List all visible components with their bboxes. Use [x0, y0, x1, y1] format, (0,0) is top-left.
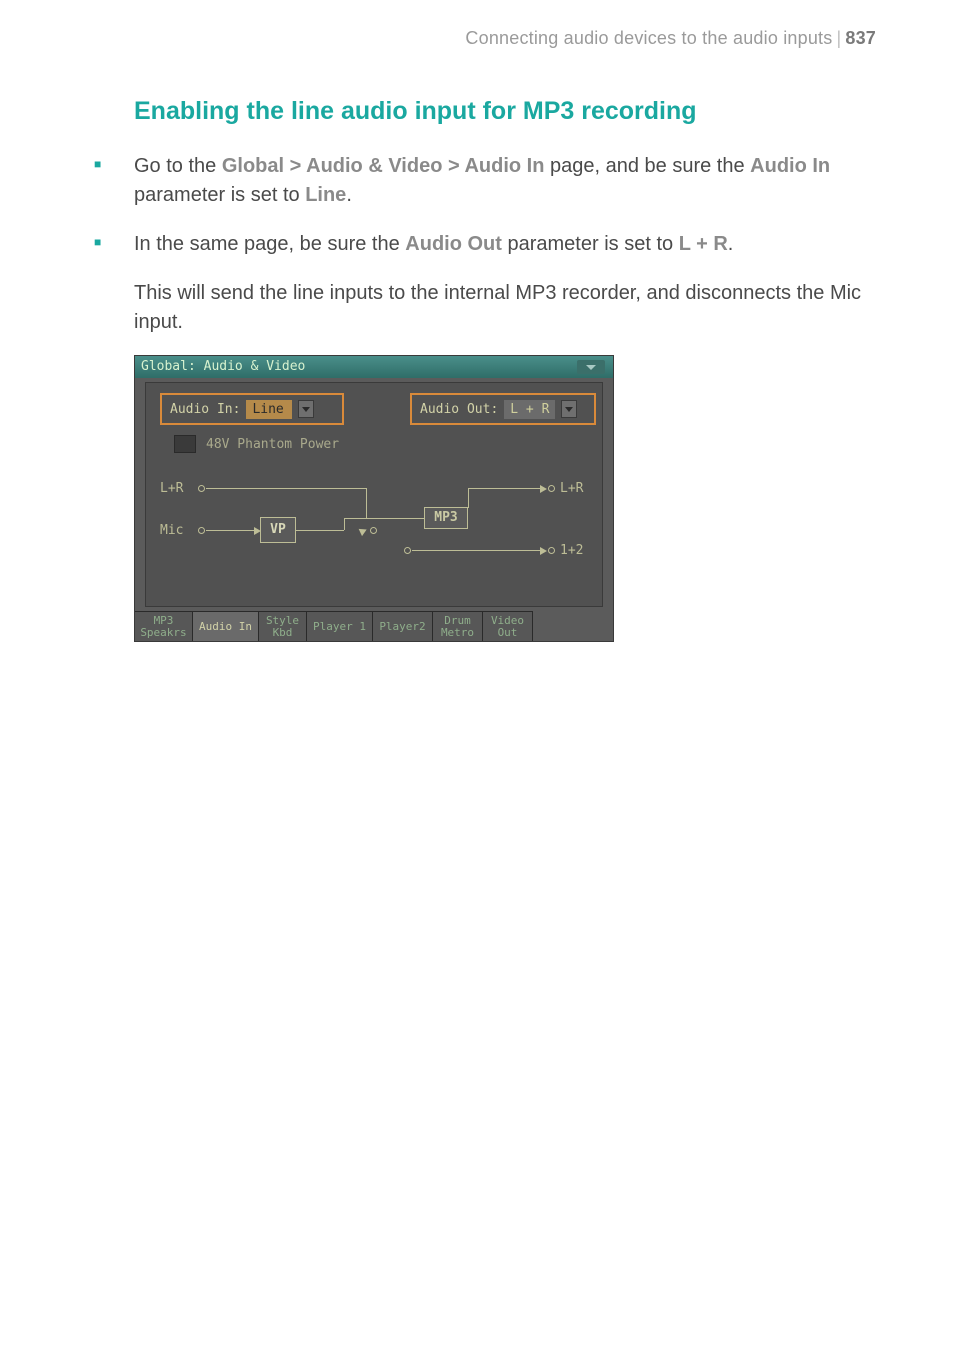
device-tab[interactable]: StyleKbd [259, 611, 307, 641]
kw-audio-in: Audio In [750, 155, 830, 177]
page-number: 837 [845, 28, 876, 48]
tab-label: Style [266, 615, 299, 627]
text: parameter is set to [502, 233, 679, 255]
text: page, and be sure the [544, 155, 750, 177]
routing-diagram: L+R Mic VP MP3 [160, 475, 588, 596]
device-tabs: MP3Speakrs Audio In StyleKbd Player 1 Player… [135, 611, 613, 641]
arrowhead-icon [540, 485, 547, 493]
page-root: Connecting audio devices to the audio in… [0, 0, 954, 1354]
tab-sublabel: Metro [441, 627, 474, 639]
port-icon [548, 547, 555, 554]
phantom-power-row: 48V Phantom Power [174, 435, 339, 453]
audio-out-label: Audio Out: [420, 402, 498, 417]
kw-lr: L + R [679, 233, 728, 255]
kw-path: Global > Audio & Video > Audio In [222, 155, 545, 177]
arrowhead-icon [359, 526, 369, 536]
device-tab[interactable]: Audio In [193, 611, 259, 641]
section-heading: Enabling the line audio input for MP3 re… [134, 97, 876, 126]
out-label-12: 1+2 [560, 543, 583, 558]
kw-line: Line [305, 184, 346, 206]
wire [206, 530, 254, 531]
port-icon [370, 527, 377, 534]
src-label-lplusr: L+R [160, 481, 183, 496]
audio-in-label: Audio In: [170, 402, 240, 417]
tab-label: Audio In [199, 621, 252, 633]
wire [296, 530, 344, 531]
tab-label: Drum [444, 615, 471, 627]
wire [468, 488, 544, 489]
device-tab[interactable]: MP3Speakrs [135, 611, 193, 641]
wire [206, 488, 366, 489]
phantom-label: 48V Phantom Power [206, 437, 339, 452]
tab-sublabel: Kbd [273, 627, 293, 639]
device-screenshot: Global: Audio & Video Audio In: Line Aud… [134, 355, 614, 642]
audio-in-dropdown-icon[interactable] [298, 400, 314, 418]
device-tab[interactable]: Player2 [373, 611, 433, 641]
header-sep: | [832, 28, 845, 48]
wire [366, 488, 367, 518]
port-icon [404, 547, 411, 554]
src-label-mic: Mic [160, 523, 183, 538]
instruction-item-1: Go to the Global > Audio & Video > Audio… [78, 152, 876, 210]
audio-out-value[interactable]: L + R [504, 400, 555, 419]
tab-label: MP3 [154, 615, 174, 627]
tab-label: Player 1 [313, 621, 366, 633]
wire [344, 518, 345, 530]
wire [468, 488, 469, 508]
arrowhead-icon [540, 547, 547, 555]
tab-sublabel: Speakrs [140, 627, 186, 639]
audio-out-field: Audio Out: L + R [410, 393, 596, 425]
audio-in-value[interactable]: Line [246, 400, 292, 419]
out-label-lplusr: L+R [560, 481, 583, 496]
tab-label: Player2 [379, 621, 425, 633]
text: In the same page, be sure the [134, 233, 405, 255]
wire [412, 550, 544, 551]
tab-sublabel: Out [498, 627, 518, 639]
device-tab[interactable]: VideoOut [483, 611, 533, 641]
mp3-box: MP3 [424, 507, 468, 529]
instruction-item-2: In the same page, be sure the Audio Out … [78, 230, 876, 259]
vp-box: VP [260, 517, 296, 543]
device-panel: Audio In: Line Audio Out: L + R 48V Phan… [145, 382, 603, 607]
text: parameter is set to [134, 184, 305, 206]
audio-in-field: Audio In: Line [160, 393, 344, 425]
instruction-list: Go to the Global > Audio & Video > Audio… [78, 152, 876, 259]
port-icon [198, 527, 205, 534]
text: . [346, 184, 352, 206]
header-section: Connecting audio devices to the audio in… [465, 28, 832, 48]
text: . [728, 233, 734, 255]
tab-label: Video [491, 615, 524, 627]
running-header: Connecting audio devices to the audio in… [78, 28, 876, 49]
device-titlebar: Global: Audio & Video [135, 356, 613, 378]
device-tab[interactable]: DrumMetro [433, 611, 483, 641]
device-tab[interactable]: Player 1 [307, 611, 373, 641]
audio-out-dropdown-icon[interactable] [561, 400, 577, 418]
port-icon [198, 485, 205, 492]
wire [344, 518, 424, 519]
kw-audio-out: Audio Out [405, 233, 502, 255]
followup-text: This will send the line inputs to the in… [134, 279, 876, 337]
text: Go to the [134, 155, 222, 177]
titlebar-menu-icon[interactable] [577, 360, 605, 374]
phantom-checkbox[interactable] [174, 435, 196, 453]
port-icon [548, 485, 555, 492]
device-title: Global: Audio & Video [141, 359, 305, 374]
